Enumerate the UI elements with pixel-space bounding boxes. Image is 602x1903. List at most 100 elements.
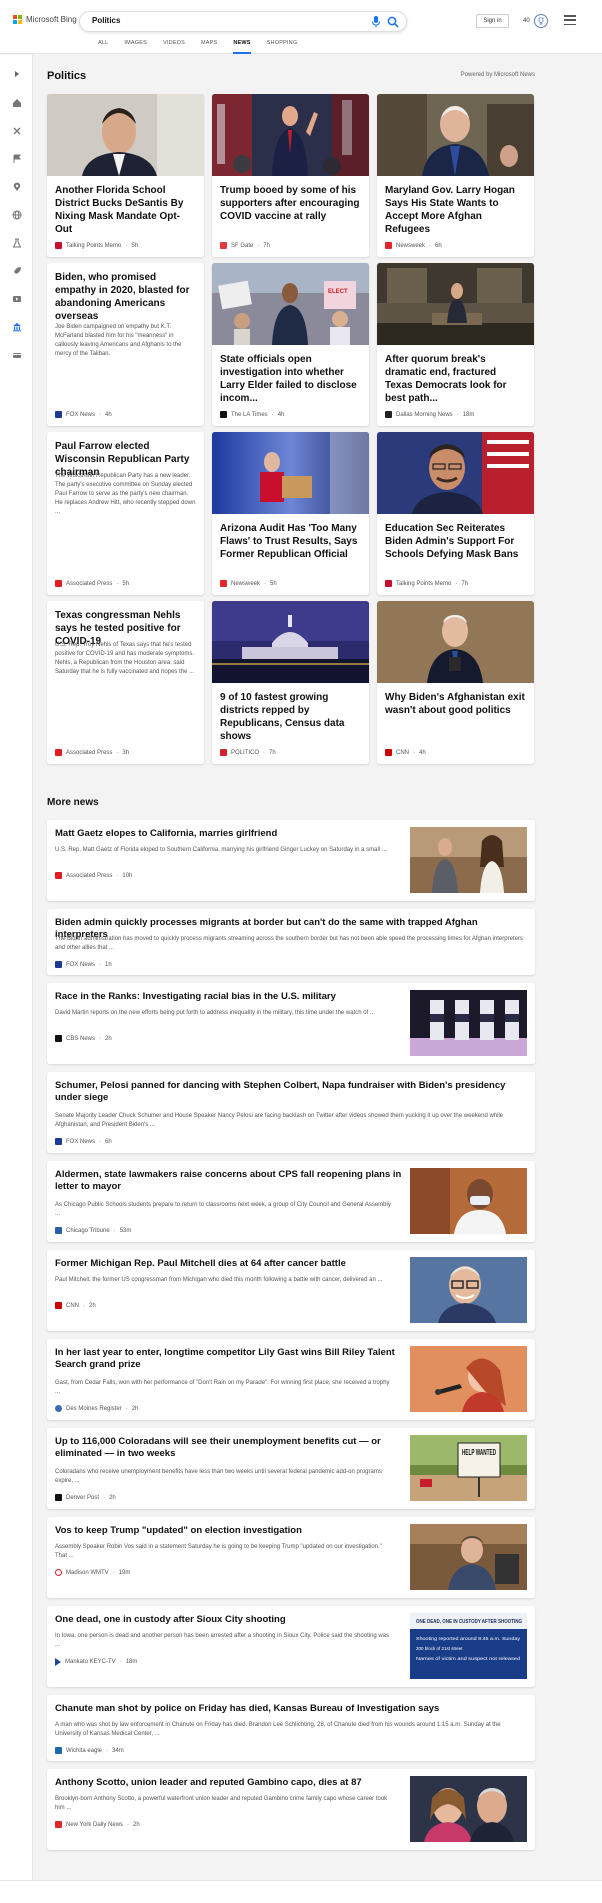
politics-icon[interactable] [11,321,22,332]
location-icon[interactable] [11,181,22,192]
card-image [377,601,534,683]
item-title: Up to 116,000 Coloradans will see their … [55,1436,381,1459]
expand-icon[interactable] [11,68,22,79]
card-image: ELECT [212,263,369,345]
list-item[interactable]: Former Michigan Rep. Paul Mitchell dies … [47,1250,535,1331]
item-source: FOX News · 1h [55,961,112,968]
item-thumbnail: HELP WANTED [410,1435,527,1501]
item-source: Associated Press · 10h [55,872,132,879]
card-description: The Wisconsin Republican Party has a new… [55,473,196,515]
card-image [212,94,369,176]
search-icon[interactable] [387,16,399,28]
item-source: New York Daily News · 2h [55,1821,140,1828]
menu-icon[interactable] [564,15,576,25]
microphone-icon[interactable] [371,16,381,28]
card-source: The LA Times · 4h [220,411,284,418]
globe-icon[interactable] [11,209,22,220]
list-item[interactable]: Aldermen, state lawmakers raise concerns… [47,1161,535,1242]
bing-logo[interactable]: Microsoft Bing [13,15,77,24]
news-card[interactable]: Arizona Audit Has 'Too Many Flaws' to Tr… [212,432,369,595]
tab-maps[interactable]: MAPS [193,40,225,54]
svg-text:Names of victim and suspect no: Names of victim and suspect not released [416,1656,521,1661]
politico-logo-icon [220,749,227,756]
money-icon[interactable] [11,349,22,360]
sf-gate-logo-icon [220,242,227,249]
list-item[interactable]: One dead, one in custody after Sioux Cit… [47,1606,535,1687]
svg-text:200 block of 21st street: 200 block of 21st street [416,1646,463,1651]
list-item[interactable]: Chanute man shot by police on Friday has… [47,1695,535,1761]
card-source: CNN · 4h [385,749,426,756]
item-source: Madison WMTV · 19m [55,1569,130,1576]
item-thumbnail [410,1257,527,1323]
play-logo-icon [55,1658,61,1666]
list-item[interactable]: Race in the Ranks: Investigating racial … [47,983,535,1064]
tab-shopping[interactable]: SHOPPING [259,40,306,54]
cnn-logo-icon [55,1302,62,1309]
list-item[interactable]: Matt Gaetz elopes to California, marries… [47,820,535,901]
home-icon[interactable] [11,97,22,108]
item-title: Aldermen, state lawmakers raise concerns… [55,1169,402,1192]
search-input[interactable] [92,16,342,25]
card-description: Joe Biden campaigned on empathy but K.T.… [55,324,182,357]
talking-points-memo-logo-icon [385,580,392,587]
card-title: Arizona Audit Has 'Too Many Flaws' to Tr… [220,523,358,560]
news-card[interactable]: Why Biden's Afghanistan exit wasn't abou… [377,601,534,764]
news-card[interactable]: Another Florida School District Bucks De… [47,94,204,257]
associated-press-logo-icon [55,872,62,879]
card-source: POLITICO · 7h [220,749,276,756]
card-source: FOX News · 4h [55,411,112,418]
cbs-news-logo-icon [55,1035,62,1042]
news-card[interactable]: Trump booed by some of his supporters af… [212,94,369,257]
tab-images[interactable]: IMAGES [116,40,155,54]
item-source: Chicago Tribune · 53m [55,1227,131,1234]
list-item[interactable]: Vos to keep Trump "updated" on election … [47,1517,535,1598]
news-card[interactable]: Education Sec Reiterates Biden Admin's S… [377,432,534,595]
item-thumbnail [410,1168,527,1234]
madison-wmtv-logo-icon [55,1569,62,1576]
news-card[interactable]: After quorum break's dramatic end, fract… [377,263,534,426]
item-source: Denver Post · 2h [55,1494,116,1501]
news-card[interactable]: ELECT State officials open investigation… [212,263,369,426]
card-source: Associated Press · 3h [55,749,129,756]
svg-text:ELECT: ELECT [328,289,348,295]
tab-videos[interactable]: VIDEOS [155,40,193,54]
list-item[interactable]: Up to 116,000 Coloradans will see their … [47,1428,535,1509]
news-card[interactable]: Texas congressman Nehls says he tested p… [47,601,204,764]
fox-news-logo-icon [55,1138,62,1145]
list-item[interactable]: Anthony Scotto, union leader and reputed… [47,1769,535,1850]
rewards-button[interactable]: 40 [523,14,548,28]
news-card[interactable]: Maryland Gov. Larry Hogan Says His State… [377,94,534,257]
science-icon[interactable] [11,237,22,248]
item-title: Race in the Ranks: Investigating racial … [55,991,336,1002]
search-box[interactable] [79,11,407,32]
card-source: SF Gate · 7h [220,242,270,249]
tab-news[interactable]: NEWS [225,40,258,54]
flag-icon[interactable] [11,153,22,164]
list-item[interactable]: Biden admin quickly processes migrants a… [47,909,535,975]
card-image [212,601,369,683]
item-source: Wichita eagle · 34m [55,1747,124,1754]
card-title: State officials open investigation into … [220,354,357,404]
page-title: Politics [47,70,87,82]
rocket-icon[interactable] [11,265,22,276]
fox-news-logo-icon [55,961,62,968]
item-title: Schumer, Pelosi panned for dancing with … [55,1080,506,1103]
item-description: Brooklyn-born Anthony Scotto, a powerful… [55,1796,388,1811]
signin-button[interactable]: Sign in [476,14,509,28]
video-icon[interactable] [11,293,22,304]
list-item[interactable]: Schumer, Pelosi panned for dancing with … [47,1072,535,1153]
tools-icon[interactable] [11,125,22,136]
rewards-count: 40 [523,18,530,24]
card-source: Newsweek · 5h [220,580,277,587]
more-news-heading: More news [47,797,99,808]
card-title: Why Biden's Afghanistan exit wasn't abou… [385,692,525,716]
newsweek-logo-icon [220,580,227,587]
news-card[interactable]: 9 of 10 fastest growing districts repped… [212,601,369,764]
item-description: Coloradans who receive unemployment bene… [55,1469,382,1484]
news-card[interactable]: Paul Farrow elected Wisconsin Republican… [47,432,204,595]
item-title: In her last year to enter, longtime comp… [55,1347,395,1370]
card-image [212,432,369,514]
list-item[interactable]: In her last year to enter, longtime comp… [47,1339,535,1420]
tab-all[interactable]: ALL [90,40,116,54]
news-card[interactable]: Biden, who promised empathy in 2020, bla… [47,263,204,426]
